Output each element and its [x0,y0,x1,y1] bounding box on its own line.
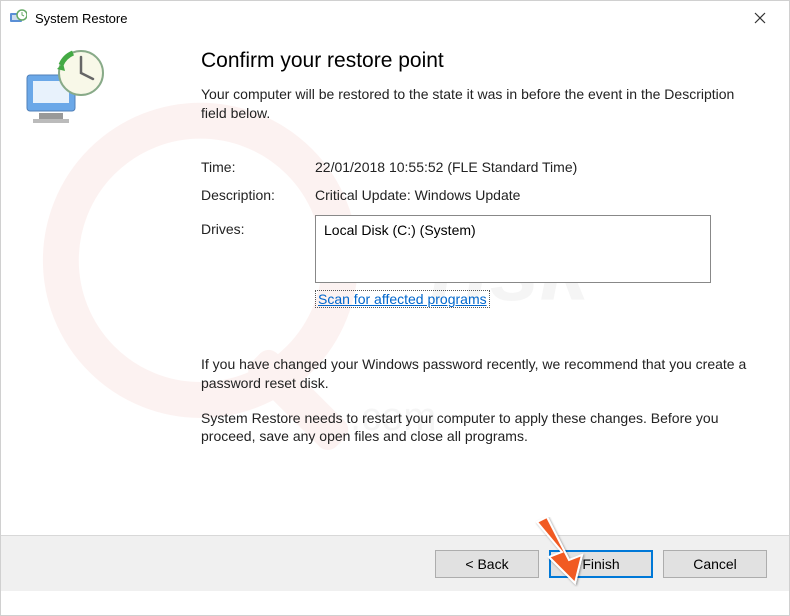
titlebar: System Restore [1,1,789,35]
time-value: 22/01/2018 10:55:52 (FLE Standard Time) [315,159,577,175]
scan-affected-link[interactable]: Scan for affected programs [315,290,490,308]
content-area: Confirm your restore point Your computer… [1,35,789,535]
back-button[interactable]: < Back [435,550,539,578]
drives-row: Drives: Local Disk (C:) (System) [201,215,759,283]
close-button[interactable] [739,5,781,31]
password-note: If you have changed your Windows passwor… [201,355,759,393]
description-label: Description: [201,187,315,203]
main-panel: Confirm your restore point Your computer… [201,45,759,525]
restart-note: System Restore needs to restart your com… [201,409,759,447]
window-title: System Restore [35,11,739,26]
description-row: Description: Critical Update: Windows Up… [201,187,759,203]
time-label: Time: [201,159,315,175]
button-bar: < Back Finish Cancel [1,535,789,591]
page-heading: Confirm your restore point [201,49,759,73]
page-subtext: Your computer will be restored to the st… [201,85,759,123]
system-restore-icon [9,9,27,27]
drives-list-item[interactable]: Local Disk (C:) (System) [324,222,702,238]
description-value: Critical Update: Windows Update [315,187,520,203]
drives-listbox[interactable]: Local Disk (C:) (System) [315,215,711,283]
time-row: Time: 22/01/2018 10:55:52 (FLE Standard … [201,159,759,175]
cancel-button[interactable]: Cancel [663,550,767,578]
wizard-icon [21,45,201,525]
drives-label: Drives: [201,215,315,283]
finish-button[interactable]: Finish [549,550,653,578]
scan-link-row: Scan for affected programs [315,291,759,307]
